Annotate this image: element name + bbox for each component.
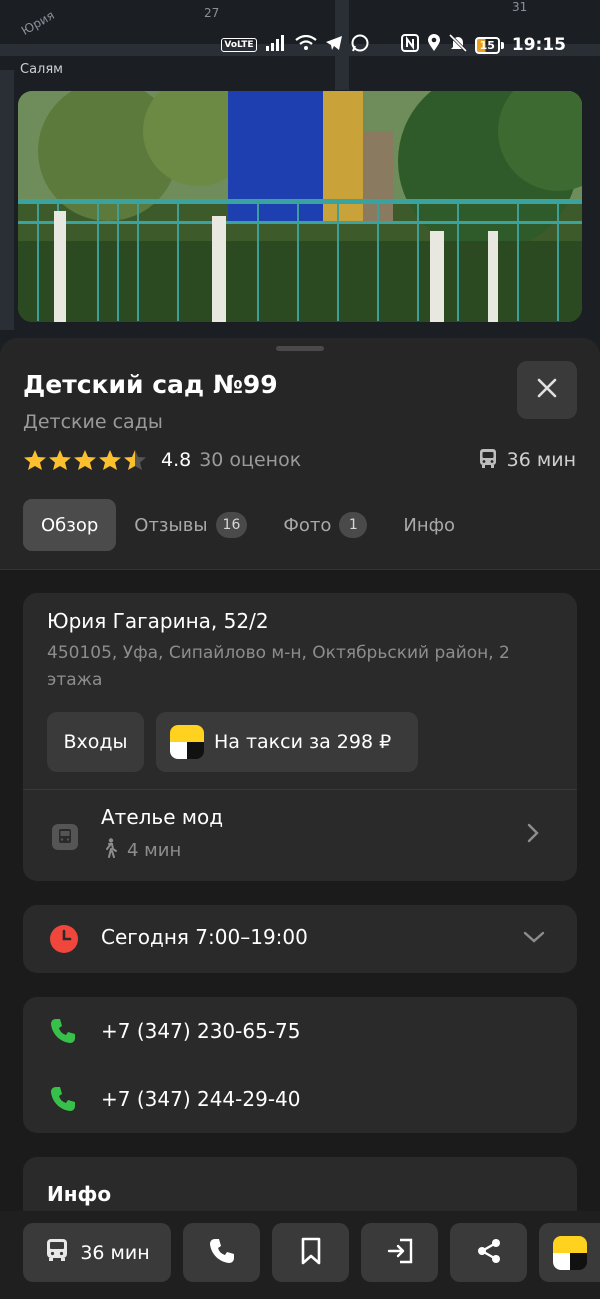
nearest-stop-name[interactable]: Ателье мод: [101, 805, 223, 829]
wifi-icon: [294, 34, 317, 56]
tab-overview[interactable]: Обзор: [23, 499, 117, 551]
bookmark-icon: [300, 1237, 322, 1269]
tab-info[interactable]: Инфо: [385, 499, 473, 551]
bus-stop-icon: [51, 823, 79, 855]
sheet-drag-handle[interactable]: [276, 346, 324, 351]
yandex-go-icon: [170, 725, 204, 759]
walking-icon: [101, 838, 119, 863]
tab-label: Инфо: [403, 514, 456, 536]
telegram-icon: [325, 35, 343, 56]
phones-card: +7 (347) 230-65-75 +7 (347) 244-29-40: [23, 997, 577, 1133]
taxi-button[interactable]: На такси за 298 ₽: [156, 712, 418, 772]
phone-icon: [208, 1237, 236, 1269]
close-button[interactable]: [517, 361, 577, 419]
bus-icon: [44, 1237, 70, 1268]
share-button[interactable]: [450, 1223, 527, 1282]
hours-card[interactable]: Сегодня 7:00–19:00: [23, 905, 577, 973]
rating-stars: [23, 449, 147, 471]
place-title: Детский сад №99: [23, 370, 278, 399]
volte-icon: VoLTE: [221, 38, 257, 52]
bus-icon: [477, 447, 499, 474]
phone-number: +7 (347) 230-65-75: [101, 1019, 301, 1043]
location-icon: [427, 33, 441, 57]
share-icon: [475, 1237, 503, 1269]
star-icon: [74, 450, 96, 470]
star-half-icon: [124, 450, 146, 470]
tab-label: Обзор: [41, 514, 99, 536]
entrances-label: Входы: [63, 731, 128, 753]
walk-time: 4 мин: [127, 840, 182, 861]
rating-count[interactable]: 30 оценок: [199, 449, 301, 471]
bookmark-button[interactable]: [272, 1223, 349, 1282]
star-icon: [49, 450, 71, 470]
call-button[interactable]: [183, 1223, 260, 1282]
taxi-action-button[interactable]: [539, 1223, 600, 1282]
tab-bar: Обзор Отзывы 16 Фото 1 Инфо: [23, 499, 473, 551]
phone-number: +7 (347) 244-29-40: [101, 1087, 301, 1111]
rating-row[interactable]: 4.8 30 оценок: [23, 446, 301, 474]
map-label: 27: [204, 6, 220, 20]
signal-icon: [265, 34, 287, 56]
whatsapp-icon: [351, 34, 369, 57]
rating-value: 4.8: [161, 449, 192, 471]
status-bar: VoLTE 15 19:15: [0, 28, 600, 62]
place-photo[interactable]: [18, 91, 582, 322]
entrance-button[interactable]: [361, 1223, 438, 1282]
chevron-down-icon[interactable]: [523, 929, 545, 948]
star-icon: [99, 450, 121, 470]
chevron-right-icon[interactable]: [527, 823, 539, 847]
hours-label: Сегодня 7:00–19:00: [101, 925, 308, 949]
mute-icon: [448, 33, 467, 57]
phone-icon: [49, 1085, 77, 1117]
action-bar: 36 мин: [0, 1211, 600, 1299]
tab-label: Отзывы: [134, 514, 208, 536]
entrances-button[interactable]: Входы: [47, 712, 144, 772]
address-street[interactable]: Юрия Гагарина, 52/2: [47, 609, 269, 633]
entrance-icon: [386, 1237, 414, 1269]
phone-row[interactable]: +7 (347) 244-29-40: [23, 1069, 577, 1129]
route-button[interactable]: 36 мин: [23, 1223, 171, 1282]
address-card: Юрия Гагарина, 52/2 450105, Уфа, Сипайло…: [23, 593, 577, 881]
battery-icon: 15: [474, 36, 504, 54]
tab-badge: 1: [339, 512, 368, 538]
walk-time-row: 4 мин: [101, 838, 181, 863]
yandex-go-icon: [553, 1235, 587, 1270]
taxi-label: На такси за 298 ₽: [214, 731, 392, 753]
phone-icon: [49, 1017, 77, 1049]
close-icon: [537, 378, 557, 402]
map-label: 31: [512, 0, 528, 14]
divider: [23, 789, 577, 790]
star-icon: [24, 450, 46, 470]
phone-row[interactable]: +7 (347) 230-65-75: [23, 1001, 577, 1061]
tab-badge: 16: [215, 512, 248, 538]
tab-reviews[interactable]: Отзывы 16: [116, 499, 265, 551]
tab-photos[interactable]: Фото 1: [265, 499, 385, 551]
info-title: Инфо: [47, 1182, 112, 1206]
tab-label: Фото: [283, 514, 332, 536]
transit-time[interactable]: 36 мин: [477, 446, 576, 474]
map-label: Салям: [20, 62, 63, 77]
route-time-label: 36 мин: [80, 1241, 150, 1264]
nfc-icon: [400, 33, 419, 57]
clock-icon: [49, 924, 79, 958]
status-time: 19:15: [511, 35, 566, 55]
address-details: 450105, Уфа, Сипайлово м-н, Октябрьский …: [47, 643, 510, 690]
place-category: Детские сады: [23, 411, 163, 433]
transit-time-label: 36 мин: [506, 449, 576, 471]
